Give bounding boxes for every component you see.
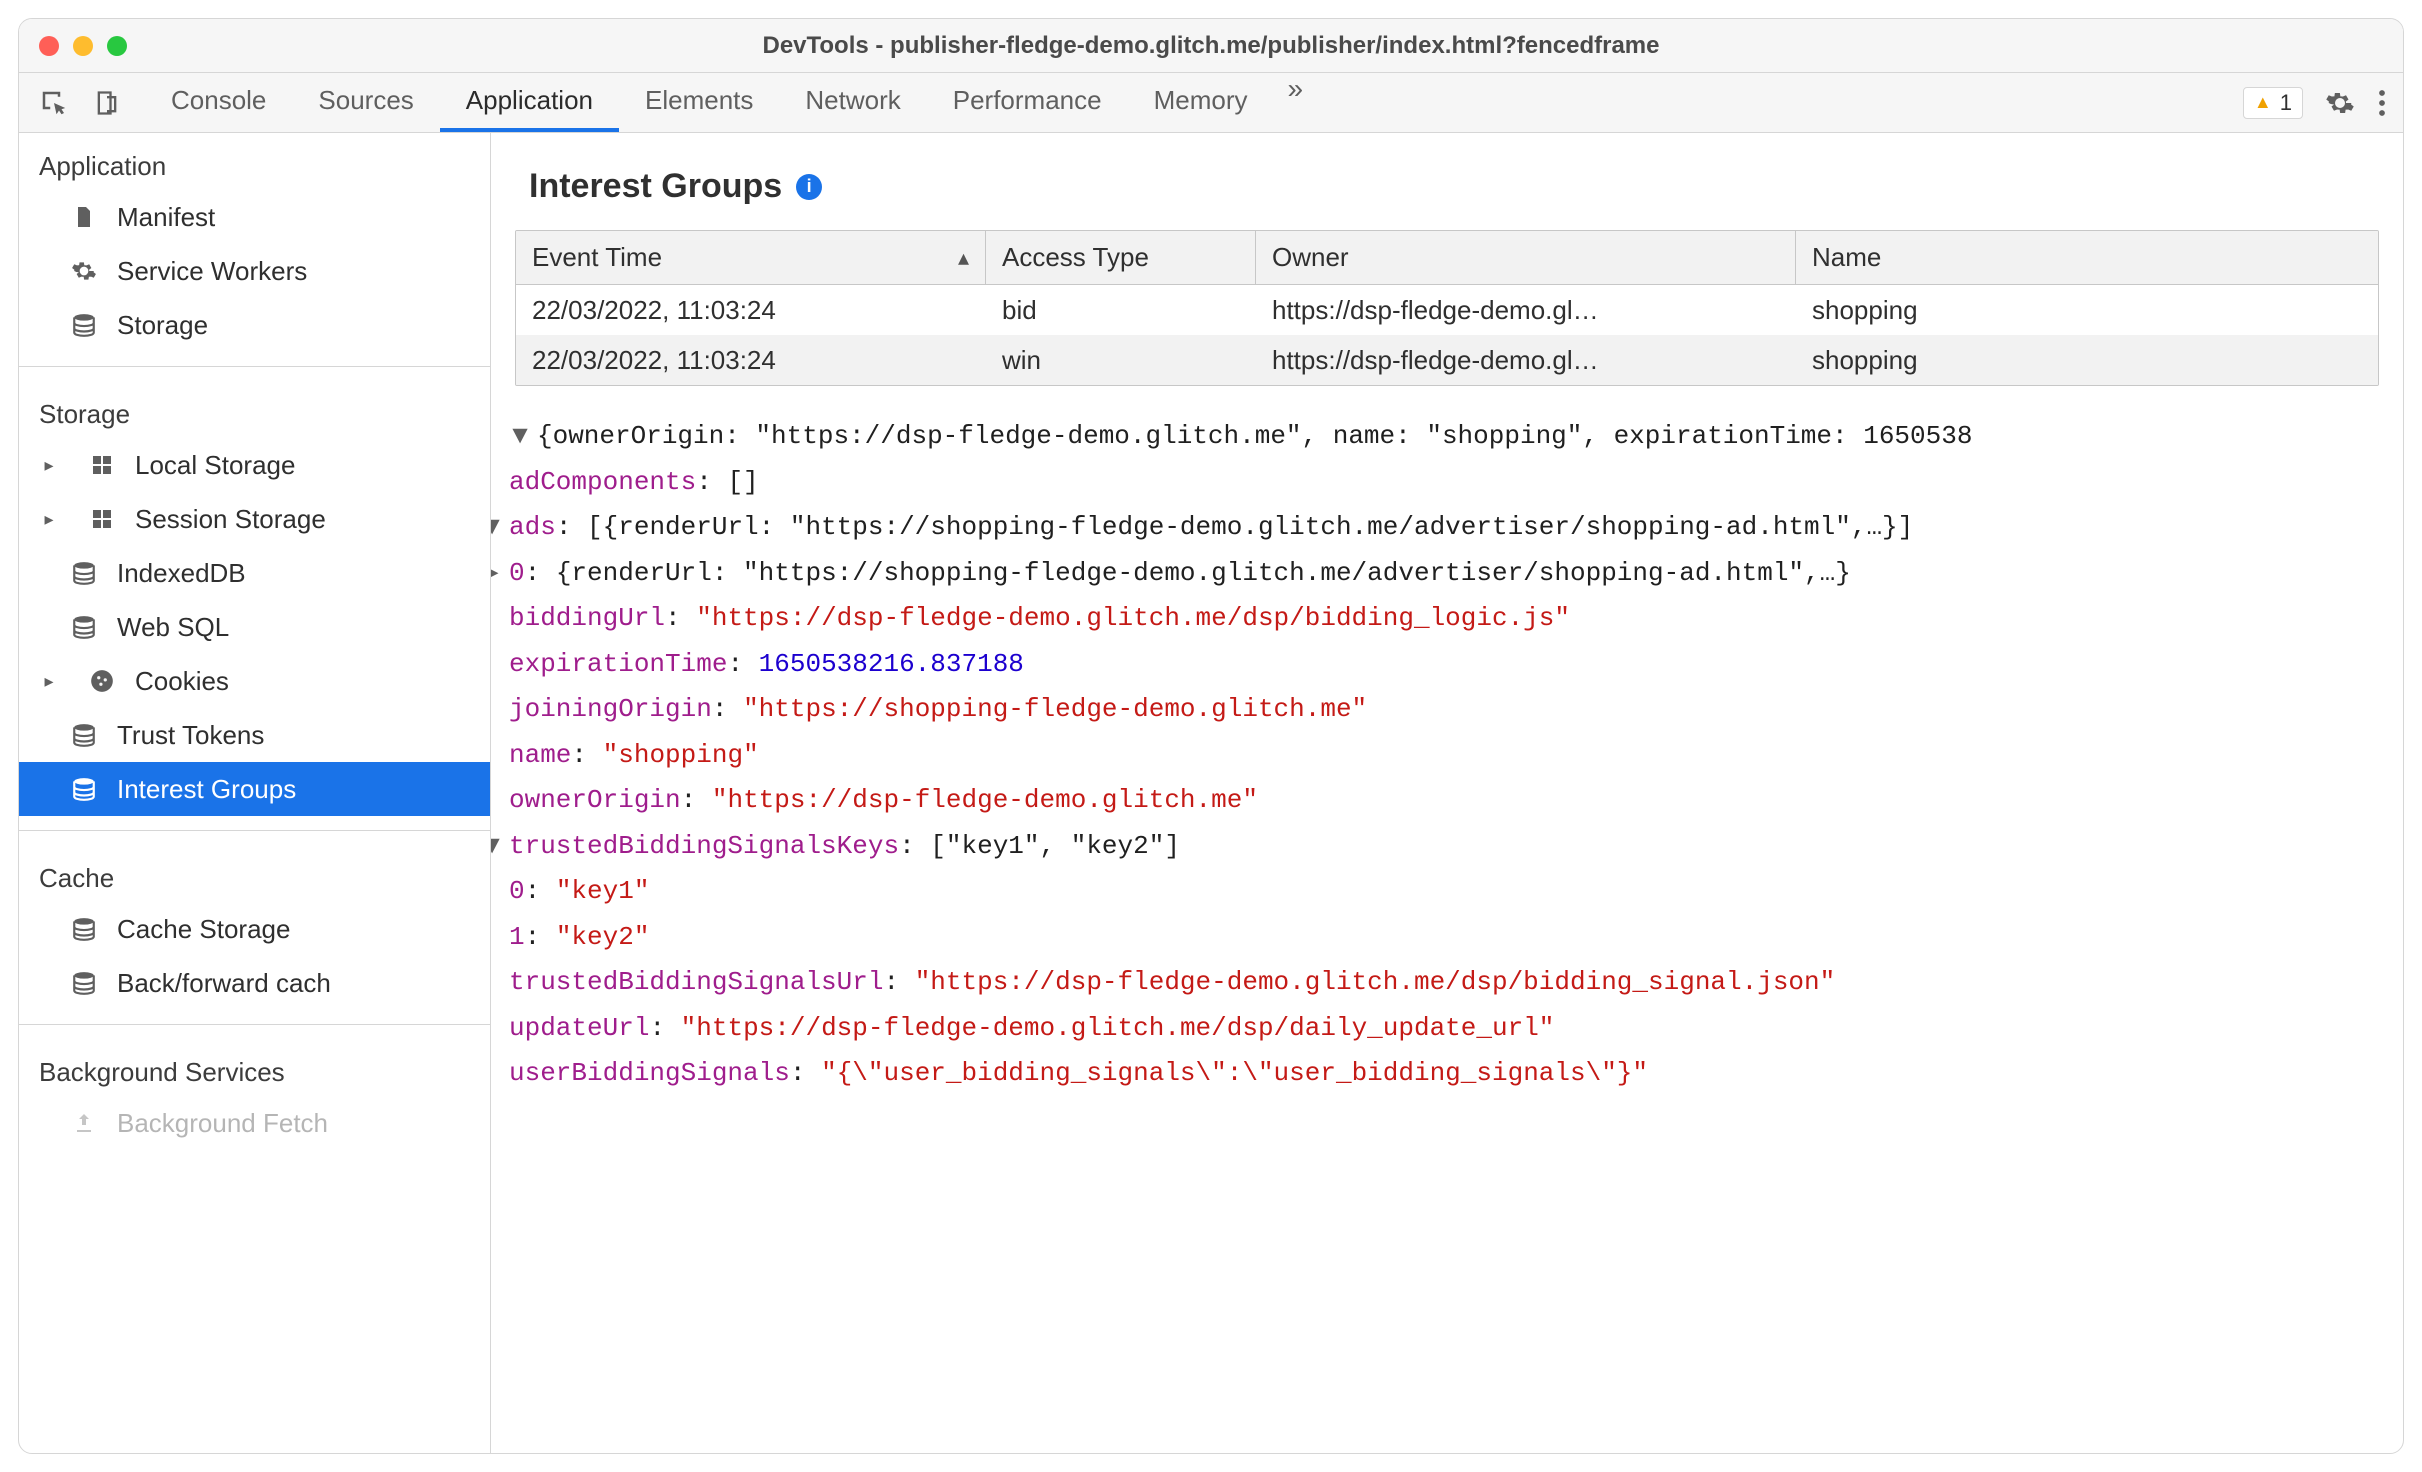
sidebar-item-label: Manifest <box>117 202 215 233</box>
sidebar-item-session-storage[interactable]: Session Storage <box>19 492 490 546</box>
expand-toggle-icon[interactable]: ▸ <box>491 551 503 597</box>
sidebar-item-label: Back/forward cach <box>117 968 331 999</box>
sidebar-item-label: IndexedDB <box>117 558 246 589</box>
tab-application[interactable]: Application <box>440 73 619 132</box>
sidebar-item-label: Service Workers <box>117 256 307 287</box>
main-panel: Interest Groups i Event Time Access Type… <box>491 133 2403 1453</box>
column-header-access-type[interactable]: Access Type <box>986 231 1256 284</box>
database-icon <box>69 774 99 804</box>
sidebar: Application Manifest Service Workers Sto… <box>19 133 491 1453</box>
cell-owner: https://dsp-fledge-demo.gl… <box>1256 335 1796 385</box>
sidebar-section-storage: Storage <box>19 381 490 438</box>
object-inspector[interactable]: ▼{ownerOrigin: "https://dsp-fledge-demo.… <box>491 386 2403 1177</box>
tab-console[interactable]: Console <box>145 73 292 132</box>
column-header-event-time[interactable]: Event Time <box>516 231 986 284</box>
database-icon <box>69 720 99 750</box>
interest-groups-table: Event Time Access Type Owner Name 22/03/… <box>515 230 2379 386</box>
sidebar-item-label: Interest Groups <box>117 774 296 805</box>
cell-event-time: 22/03/2022, 11:03:24 <box>516 285 986 335</box>
sidebar-item-manifest[interactable]: Manifest <box>19 190 490 244</box>
devtools-window: DevTools - publisher-fledge-demo.glitch.… <box>18 18 2404 1454</box>
database-icon <box>69 914 99 944</box>
titlebar: DevTools - publisher-fledge-demo.glitch.… <box>19 19 2403 73</box>
cell-event-time: 22/03/2022, 11:03:24 <box>516 335 986 385</box>
column-header-name[interactable]: Name <box>1796 231 2378 284</box>
gear-icon <box>69 256 99 286</box>
tab-elements[interactable]: Elements <box>619 73 779 132</box>
sidebar-item-bf-cache[interactable]: Back/forward cach <box>19 956 490 1010</box>
more-options-icon[interactable] <box>2377 88 2387 118</box>
cell-owner: https://dsp-fledge-demo.gl… <box>1256 285 1796 335</box>
minimize-window-icon[interactable] <box>73 36 93 56</box>
cell-access-type: win <box>986 335 1256 385</box>
database-icon <box>69 968 99 998</box>
expand-toggle-icon[interactable]: ▼ <box>491 824 503 870</box>
sidebar-item-trust-tokens[interactable]: Trust Tokens <box>19 708 490 762</box>
grid-icon <box>87 450 117 480</box>
sidebar-section-application: Application <box>19 133 490 190</box>
page-title: Interest Groups <box>529 167 782 206</box>
sidebar-item-storage[interactable]: Storage <box>19 298 490 352</box>
window-title: DevTools - publisher-fledge-demo.glitch.… <box>19 32 2403 60</box>
sidebar-item-label: Session Storage <box>135 504 326 535</box>
devtools-tabstrip: Console Sources Application Elements Net… <box>19 73 2403 133</box>
sidebar-item-label: Cookies <box>135 666 229 697</box>
device-toolbar-icon[interactable] <box>93 87 121 119</box>
grid-icon <box>87 504 117 534</box>
table-row[interactable]: 22/03/2022, 11:03:24bidhttps://dsp-fledg… <box>516 285 2378 335</box>
database-icon <box>69 612 99 642</box>
cell-access-type: bid <box>986 285 1256 335</box>
tab-network[interactable]: Network <box>779 73 926 132</box>
database-icon <box>69 558 99 588</box>
sidebar-item-cache-storage[interactable]: Cache Storage <box>19 902 490 956</box>
warnings-count: 1 <box>2280 90 2292 116</box>
sidebar-item-websql[interactable]: Web SQL <box>19 600 490 654</box>
cell-name: shopping <box>1796 335 2378 385</box>
maximize-window-icon[interactable] <box>107 36 127 56</box>
sidebar-section-cache: Cache <box>19 845 490 902</box>
sidebar-item-label: Web SQL <box>117 612 229 643</box>
database-icon <box>69 310 99 340</box>
expand-toggle-icon[interactable]: ▼ <box>491 505 503 551</box>
settings-gear-icon[interactable] <box>2325 88 2355 118</box>
tab-memory[interactable]: Memory <box>1128 73 1274 132</box>
cell-name: shopping <box>1796 285 2378 335</box>
sidebar-item-label: Cache Storage <box>117 914 290 945</box>
cookie-icon <box>87 666 117 696</box>
sidebar-item-background-fetch[interactable]: Background Fetch <box>19 1096 490 1150</box>
column-header-owner[interactable]: Owner <box>1256 231 1796 284</box>
table-row[interactable]: 22/03/2022, 11:03:24winhttps://dsp-fledg… <box>516 335 2378 385</box>
more-tabs-icon[interactable]: » <box>1274 73 1314 132</box>
warnings-badge[interactable]: 1 <box>2243 87 2303 119</box>
tab-sources[interactable]: Sources <box>292 73 439 132</box>
upload-icon <box>69 1108 99 1138</box>
sidebar-item-label: Local Storage <box>135 450 295 481</box>
sidebar-item-cookies[interactable]: Cookies <box>19 654 490 708</box>
sidebar-item-label: Storage <box>117 310 208 341</box>
sidebar-item-interest-groups[interactable]: Interest Groups <box>19 762 490 816</box>
sidebar-item-local-storage[interactable]: Local Storage <box>19 438 490 492</box>
info-icon[interactable]: i <box>796 174 822 200</box>
close-window-icon[interactable] <box>39 36 59 56</box>
sidebar-item-label: Trust Tokens <box>117 720 264 751</box>
tab-performance[interactable]: Performance <box>927 73 1128 132</box>
sidebar-item-service-workers[interactable]: Service Workers <box>19 244 490 298</box>
sidebar-item-indexeddb[interactable]: IndexedDB <box>19 546 490 600</box>
sidebar-item-label: Background Fetch <box>117 1108 328 1139</box>
sidebar-section-bg-services: Background Services <box>19 1039 490 1096</box>
expand-toggle-icon[interactable]: ▼ <box>509 414 531 460</box>
file-icon <box>69 202 99 232</box>
inspect-element-icon[interactable] <box>39 88 69 118</box>
